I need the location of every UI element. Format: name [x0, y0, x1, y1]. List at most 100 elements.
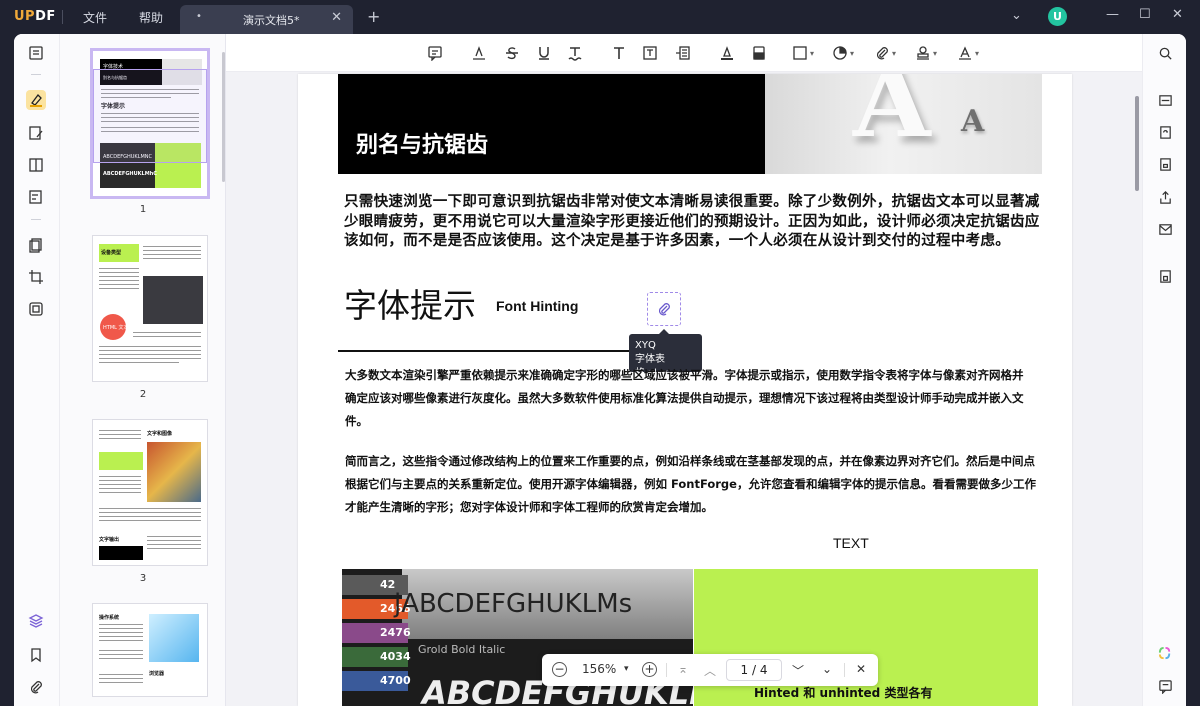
comment-toolbar: ▾ ▾ ▾ ▾ ▾ — [226, 34, 1142, 72]
intro-paragraph: 只需快速浏览一下即可意识到抗锯齿非常对使文本清晰易读很重要。除了少数例外，抗锯齿… — [344, 194, 1040, 249]
page-view-icon[interactable] — [26, 155, 46, 175]
green-panel-text: Hinted 和 unhinted 类型各有 — [754, 686, 933, 700]
left-tool-rail — [14, 34, 60, 706]
divider — [338, 350, 630, 352]
thumb-green — [99, 452, 143, 470]
crop-icon[interactable] — [26, 267, 46, 287]
menu-file[interactable]: 文件 — [83, 9, 107, 26]
banner-block: 别名与抗锯齿 — [338, 74, 765, 174]
divider — [62, 10, 63, 24]
protect-icon[interactable] — [1156, 155, 1174, 173]
page-thumbnail-4[interactable]: 操作系统 浏览器 — [93, 604, 207, 696]
note-icon[interactable] — [427, 44, 443, 62]
organize-pages-icon[interactable] — [26, 235, 46, 255]
thumb-photo — [147, 442, 201, 502]
page-number-field[interactable]: 1 / 4 — [726, 659, 782, 681]
convert-icon[interactable] — [1156, 123, 1174, 141]
pencil-icon[interactable] — [719, 44, 735, 62]
title-bar: UPDF 文件 帮助 • 演示文档5* ✕ + ⌄ U — ☐ ✕ — [0, 0, 1200, 34]
thumb-photo — [143, 276, 203, 324]
attachment-icon[interactable]: ▾ — [874, 44, 896, 62]
divider — [31, 74, 41, 75]
page-thumbnail-3[interactable]: 文字和图像 文字输出 — [93, 420, 207, 565]
bookmark-icon[interactable] — [26, 645, 46, 665]
thumbnail-panel: 字体技术 别名与抗锯齿 字体提示 ABCDEFGHUKLMNC ABCDEFGH… — [60, 34, 226, 706]
new-tab-button[interactable]: + — [367, 7, 380, 26]
document-scrollbar[interactable] — [1135, 96, 1139, 191]
next-page-button[interactable]: ﹀ — [792, 662, 804, 679]
first-page-button[interactable]: ⌅ — [678, 662, 688, 676]
hinting-paragraph: 大多数文本渲染引擎严重依赖提示来准确确定字形的哪些区域应该被平滑。字体提示或指示… — [345, 368, 1024, 428]
email-icon[interactable] — [1156, 220, 1174, 238]
zoom-dropdown-icon[interactable]: ▾ — [624, 664, 629, 674]
squiggly-icon[interactable] — [567, 44, 583, 62]
updf-logo[interactable]: UPDF — [14, 9, 56, 24]
save-icon[interactable] — [1156, 267, 1174, 285]
text-box-icon[interactable] — [642, 44, 658, 62]
page-thumbnail-2[interactable]: 设备类型 HTML 文本 — [93, 236, 207, 381]
document-area: ▾ ▾ ▾ ▾ ▾ 别名与抗锯齿 A A 只需快速浏览一下即可意识到抗锯齿非常对… — [226, 34, 1142, 706]
avatar[interactable]: U — [1048, 7, 1067, 26]
pdf-page: 别名与抗锯齿 A A 只需快速浏览一下即可意识到抗锯齿非常对使文本清晰易读很重要… — [298, 74, 1072, 706]
text-icon[interactable] — [611, 44, 627, 62]
menu-help[interactable]: 帮助 — [139, 9, 163, 26]
thumb-photo — [149, 614, 199, 662]
page-thumbnail-1[interactable]: 字体技术 别名与抗锯齿 字体提示 ABCDEFGHUKLMNC ABCDEFGH… — [93, 51, 207, 196]
section-heading: 字体提示 — [344, 286, 476, 325]
tooltip-author: XYQ — [635, 340, 656, 351]
thumb-black-block — [99, 546, 143, 560]
callout-icon[interactable] — [675, 44, 691, 62]
attachment-icon[interactable] — [26, 677, 46, 697]
divider — [666, 663, 667, 677]
zoom-in-button[interactable]: + — [642, 662, 657, 677]
highlight-icon[interactable] — [471, 44, 487, 62]
zoom-level[interactable]: 156% — [582, 662, 616, 676]
thumbnail-number: 1 — [139, 204, 147, 215]
unsaved-indicator: • — [196, 11, 202, 22]
letter-a-photo: A A — [765, 74, 1042, 174]
divider — [844, 663, 845, 677]
layers-icon[interactable] — [26, 611, 46, 631]
divider — [31, 219, 41, 220]
edit-pdf-icon[interactable] — [26, 123, 46, 143]
previous-page-button[interactable]: ︿ — [704, 662, 716, 679]
main-window: 字体技术 别名与抗锯齿 字体提示 ABCDEFGHUKLMNC ABCDEFGH… — [14, 34, 1186, 706]
thumbnail-scrollbar[interactable] — [222, 52, 225, 182]
section-heading-en: Font Hinting — [496, 298, 579, 314]
maximize-button[interactable]: ☐ — [1139, 7, 1151, 22]
ai-assistant-icon[interactable] — [1156, 644, 1174, 662]
total-pages: 4 — [759, 663, 768, 677]
thumbnail-number: 2 — [139, 389, 147, 400]
thumbnail-number: 3 — [139, 573, 147, 584]
viewport-indicator[interactable] — [93, 69, 207, 163]
last-page-button[interactable]: ⌄ — [822, 662, 832, 676]
minimize-button[interactable]: — — [1106, 7, 1119, 22]
zoom-out-button[interactable]: − — [552, 662, 567, 677]
signature-icon[interactable]: ▾ — [957, 44, 979, 62]
zoom-navigation-bar: − 156% ▾ + ⌅ ︿ 1 / 4 ﹀ ⌄ ✕ — [542, 654, 878, 686]
share-icon[interactable] — [1156, 188, 1174, 206]
close-window-button[interactable]: ✕ — [1172, 7, 1183, 22]
search-icon[interactable] — [1156, 44, 1174, 62]
shape-icon[interactable]: ▾ — [792, 44, 814, 62]
current-page: 1 — [740, 663, 749, 677]
tab-close-icon[interactable]: ✕ — [331, 10, 342, 25]
comment-list-icon[interactable] — [1156, 677, 1174, 695]
sticker-icon[interactable]: ▾ — [832, 44, 854, 62]
form-icon[interactable] — [26, 187, 46, 207]
tools-icon[interactable] — [26, 299, 46, 319]
comment-highlighter-icon[interactable] — [26, 90, 46, 110]
strikethrough-icon[interactable] — [504, 44, 520, 62]
right-tool-rail — [1142, 34, 1186, 706]
text-label: TEXT — [833, 535, 869, 551]
underline-icon[interactable] — [536, 44, 552, 62]
tab-document[interactable]: • 演示文档5* ✕ — [180, 5, 353, 34]
chevron-down-icon[interactable]: ⌄ — [1011, 8, 1022, 23]
reader-icon[interactable] — [26, 43, 46, 63]
ocr-icon[interactable] — [1156, 91, 1174, 109]
close-zoom-bar-button[interactable]: ✕ — [856, 662, 866, 676]
tab-title: 演示文档5* — [243, 14, 300, 27]
eraser-icon[interactable] — [751, 44, 767, 62]
file-attachment-annotation[interactable] — [647, 292, 681, 326]
stamp-icon[interactable]: ▾ — [915, 44, 937, 62]
